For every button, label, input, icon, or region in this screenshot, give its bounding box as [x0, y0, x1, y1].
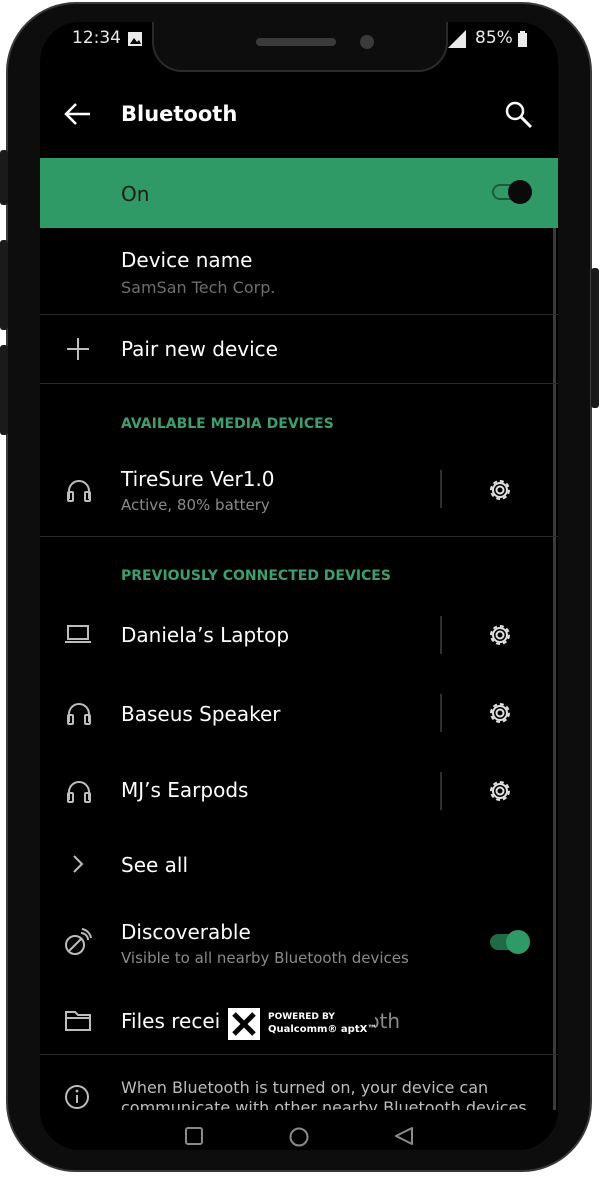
device-name-label[interactable]: Device name — [121, 248, 252, 272]
divider — [40, 383, 558, 384]
discoverable-icon — [65, 928, 92, 955]
power-button — [591, 268, 599, 408]
aptx-logo — [228, 1008, 260, 1040]
folder-icon — [65, 1011, 91, 1031]
recents-icon[interactable] — [184, 1126, 204, 1146]
aptx-powered-by: POWERED BY — [268, 1012, 335, 1022]
navigation-bar — [40, 1110, 558, 1150]
battery-icon — [518, 31, 527, 47]
divider — [40, 1054, 558, 1055]
screen: 12:34 85% Bluetooth On Device name SamSa… — [40, 22, 558, 1150]
aptx-x-icon — [232, 1012, 256, 1036]
files-received-label[interactable]: Files recei — [121, 1009, 220, 1033]
info-icon — [65, 1085, 89, 1109]
toggle-knob — [508, 180, 532, 204]
volume-up-button — [0, 150, 8, 205]
aptx-brand: Qualcomm® aptX™ — [268, 1024, 378, 1035]
info-text: When Bluetooth is turned on, your device… — [121, 1078, 489, 1097]
front-camera — [360, 35, 374, 49]
discoverable-label[interactable]: Discoverable — [121, 920, 251, 944]
discoverable-toggle-knob — [506, 930, 530, 954]
divider — [40, 314, 558, 315]
notch — [152, 22, 448, 72]
vertical-divider — [440, 616, 442, 654]
home-icon[interactable] — [288, 1126, 310, 1148]
battery-percent: 85% — [475, 28, 513, 48]
scrollbar[interactable] — [553, 228, 556, 1113]
laptop-icon — [65, 625, 91, 643]
device-name-speaker[interactable]: Baseus Speaker — [121, 702, 281, 726]
device-name-value: SamSan Tech Corp. — [121, 278, 276, 297]
divider — [40, 536, 558, 537]
gear-icon[interactable] — [486, 621, 514, 649]
section-header-previous: PREVIOUSLY CONNECTED DEVICES — [121, 568, 391, 584]
vertical-divider — [440, 694, 442, 732]
gear-icon[interactable] — [486, 777, 514, 805]
device-name-laptop[interactable]: Daniela’s Laptop — [121, 623, 289, 647]
bluetooth-toggle-row[interactable]: On — [40, 158, 558, 228]
discoverable-sub: Visible to all nearby Bluetooth devices — [121, 949, 409, 967]
signal-icon — [448, 30, 466, 48]
vertical-divider — [440, 470, 442, 508]
pair-new-device-button[interactable]: Pair new device — [121, 337, 278, 361]
gear-icon[interactable] — [486, 699, 514, 727]
plus-icon — [67, 338, 89, 360]
device-name-earpods[interactable]: MJ’s Earpods — [121, 778, 248, 802]
back-arrow-icon[interactable] — [64, 102, 92, 126]
section-header-available: AVAILABLE MEDIA DEVICES — [121, 416, 334, 432]
search-icon[interactable] — [504, 100, 534, 130]
vertical-divider — [440, 772, 442, 810]
see-all-button[interactable]: See all — [121, 853, 188, 877]
toggle-label: On — [121, 182, 150, 206]
side-button-left — [0, 345, 8, 435]
device-name-tiresure[interactable]: TireSure Ver1.0 — [121, 467, 275, 491]
headphones-icon — [67, 703, 91, 725]
gear-icon[interactable] — [486, 476, 514, 504]
page-title: Bluetooth — [121, 102, 238, 126]
image-notification-icon — [128, 32, 142, 46]
volume-down-button — [0, 240, 8, 330]
status-time: 12:34 — [72, 28, 121, 48]
earpiece-speaker — [256, 38, 336, 46]
chevron-right-icon — [73, 855, 84, 873]
headphones-icon — [67, 480, 91, 502]
headphones-icon — [67, 781, 91, 803]
back-nav-icon[interactable] — [394, 1126, 414, 1146]
device-status: Active, 80% battery — [121, 496, 270, 514]
